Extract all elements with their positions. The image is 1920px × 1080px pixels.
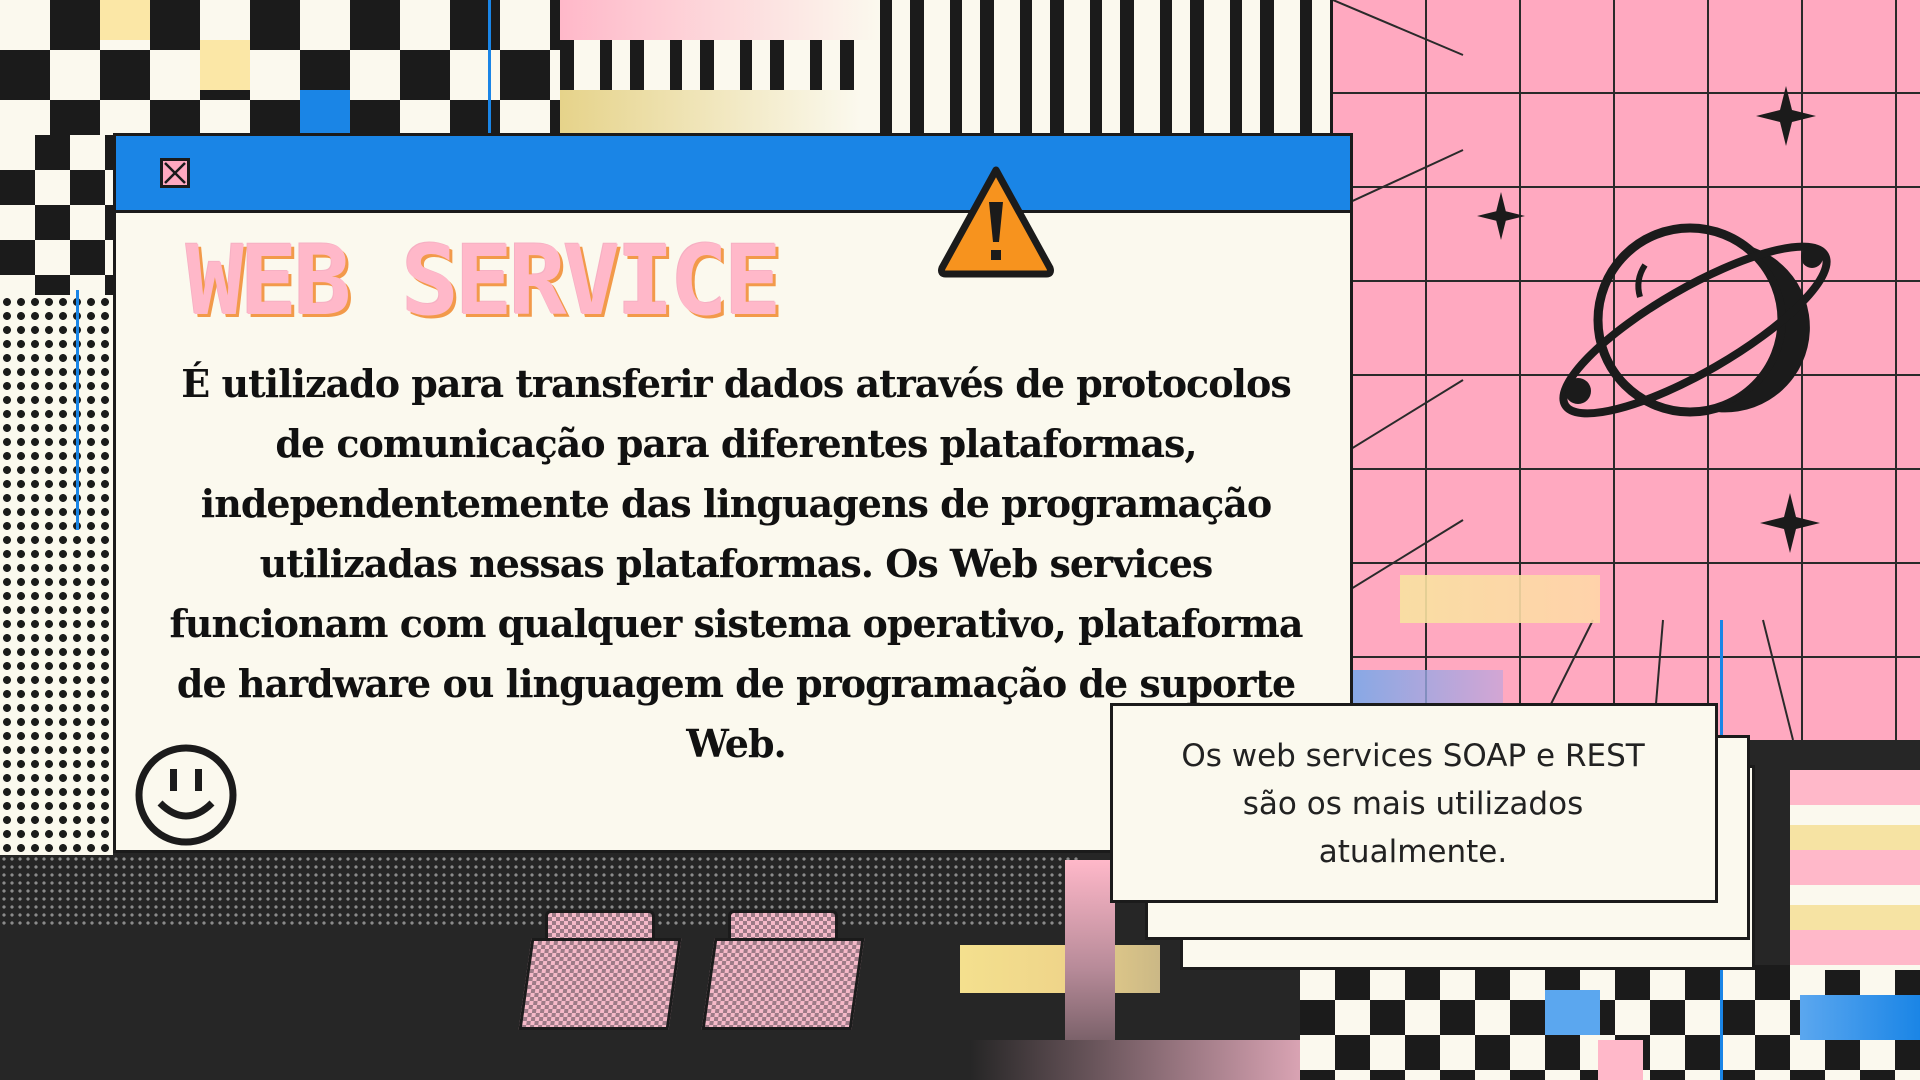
yellow-glow — [1400, 575, 1600, 623]
folder-icon — [701, 910, 865, 1030]
sparkle-icon — [1756, 86, 1816, 150]
warning-icon — [936, 164, 1056, 283]
pink-fade — [560, 0, 880, 40]
pink-tile — [1598, 1040, 1643, 1080]
planet-icon — [1540, 205, 1840, 449]
yellow-bar — [960, 945, 1160, 993]
sparkle-icon — [1477, 192, 1525, 244]
fade-bar — [970, 1040, 1300, 1080]
note-card: Os web services SOAP e REST são os mais … — [1110, 703, 1718, 903]
folder-icon — [518, 910, 682, 1030]
close-icon[interactable] — [160, 158, 190, 188]
halftone-dots-left — [0, 295, 113, 855]
yellow-tile — [200, 40, 250, 90]
page-title: WEB SERVICE — [186, 225, 782, 337]
stripes-right — [1790, 770, 1920, 970]
yellow-tile — [100, 0, 150, 40]
blue-stripe — [76, 290, 79, 530]
sparkle-icon — [1760, 493, 1820, 557]
note-text: Os web services SOAP e REST são os mais … — [1181, 738, 1645, 870]
checker-pattern-left — [0, 135, 113, 295]
checker-pattern-top-left — [0, 0, 560, 135]
blue-stripe — [488, 0, 491, 135]
smiley-icon — [132, 741, 240, 853]
blue-tile — [300, 90, 350, 135]
blue-tile — [1545, 990, 1600, 1035]
blue-bar — [1800, 995, 1920, 1040]
window-titlebar — [116, 136, 1350, 213]
yellow-fade — [560, 90, 860, 135]
